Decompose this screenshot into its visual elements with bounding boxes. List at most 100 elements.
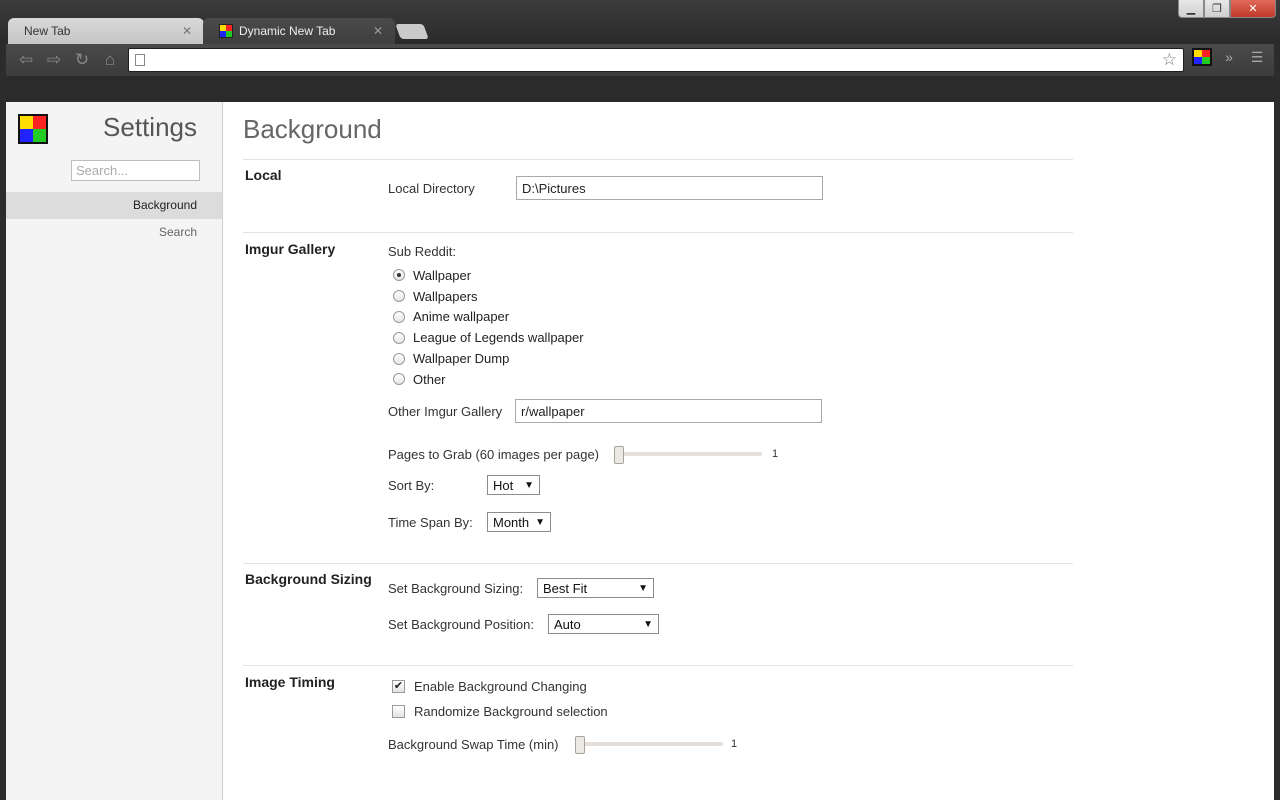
- sidebar-nav: Background Search: [6, 192, 222, 246]
- overflow-chevron-icon[interactable]: »: [1218, 49, 1240, 65]
- tab-dynamic-new-tab[interactable]: Dynamic New Tab ✕: [203, 18, 395, 44]
- subreddit-radio-group: Wallpaper Wallpapers Anime wallpaper Lea…: [393, 265, 584, 390]
- swap-time-row: Background Swap Time (min) 1: [388, 736, 737, 754]
- pages-row: Pages to Grab (60 images per page) 1: [388, 446, 779, 464]
- sort-row: Sort By: Hot ▼: [388, 475, 540, 495]
- local-directory-row: Local Directory: [388, 176, 823, 200]
- extension-icon[interactable]: [1192, 48, 1212, 66]
- radio-option[interactable]: Other: [393, 369, 584, 390]
- main-content: Background Local Local Directory Imgur G…: [243, 102, 1073, 775]
- pages-value: 1: [772, 448, 779, 460]
- page-title: Background: [243, 114, 382, 144]
- sizing-row: Set Background Sizing: Best Fit ▼: [388, 578, 654, 598]
- section-label: Background Sizing: [245, 571, 372, 587]
- maximize-button[interactable]: ❐: [1204, 0, 1230, 18]
- section-image-timing: Image Timing ✔ Enable Background Changin…: [243, 665, 1073, 775]
- back-arrow-icon[interactable]: ⇦: [12, 48, 40, 72]
- enable-changing-label: Enable Background Changing: [414, 679, 587, 694]
- randomize-checkbox[interactable]: [392, 705, 405, 718]
- radio-option[interactable]: Wallpaper: [393, 265, 584, 286]
- other-gallery-label: Other Imgur Gallery: [388, 403, 503, 419]
- minimize-button[interactable]: ▁: [1178, 0, 1204, 18]
- pages-label: Pages to Grab (60 images per page): [388, 446, 600, 462]
- select-value: Best Fit: [543, 580, 588, 596]
- slider-thumb[interactable]: [575, 736, 585, 754]
- radio-label: Anime wallpaper: [413, 309, 510, 325]
- address-bar[interactable]: ☆: [128, 48, 1184, 72]
- position-label: Set Background Position:: [388, 616, 534, 632]
- radio-label: Other: [413, 371, 446, 387]
- browser-titlebar: New Tab ✕ Dynamic New Tab ✕ ▁ ❐ ✕: [0, 0, 1280, 46]
- sidebar-item-background[interactable]: Background: [6, 192, 222, 219]
- chevron-down-icon: ▼: [524, 479, 534, 491]
- tab-title: Dynamic New Tab: [239, 24, 336, 38]
- forward-arrow-icon[interactable]: ⇨: [40, 48, 68, 72]
- extension-favicon-icon: [219, 24, 233, 38]
- sizing-label: Set Background Sizing:: [388, 580, 524, 596]
- slider-track: [614, 452, 762, 456]
- radio-option[interactable]: Wallpaper Dump: [393, 348, 584, 369]
- randomize-label: Randomize Background selection: [414, 704, 608, 719]
- subreddit-label: Sub Reddit:: [388, 244, 456, 259]
- radio-option[interactable]: Wallpapers: [393, 286, 584, 307]
- other-gallery-row: Other Imgur Gallery: [388, 399, 822, 423]
- position-row: Set Background Position: Auto ▼: [388, 614, 659, 634]
- radio-button[interactable]: [393, 310, 405, 323]
- other-gallery-input[interactable]: [515, 399, 822, 423]
- new-tab-button[interactable]: [395, 24, 429, 39]
- select-value: Hot: [493, 477, 514, 493]
- section-background-sizing: Background Sizing Set Background Sizing:…: [243, 563, 1073, 665]
- reload-icon[interactable]: ↻: [68, 48, 96, 72]
- section-label: Image Timing: [245, 674, 335, 690]
- sidebar-item-search[interactable]: Search: [6, 219, 222, 246]
- pages-slider[interactable]: [614, 446, 762, 464]
- enable-changing-checkbox[interactable]: ✔: [392, 680, 405, 693]
- radio-button[interactable]: [393, 269, 405, 282]
- radio-button[interactable]: [393, 331, 405, 344]
- toolbar-right: » ☰: [1192, 48, 1268, 66]
- sizing-select[interactable]: Best Fit ▼: [537, 578, 654, 598]
- sidebar-title: Settings: [103, 112, 197, 142]
- select-value: Month: [493, 514, 530, 530]
- radio-label: Wallpapers: [413, 288, 478, 304]
- radio-button[interactable]: [393, 290, 405, 303]
- slider-thumb[interactable]: [614, 446, 624, 464]
- bookmark-star-icon[interactable]: ☆: [1162, 50, 1177, 70]
- bookmarks-bar: [6, 76, 1274, 102]
- settings-search-input[interactable]: [71, 160, 200, 181]
- local-directory-input[interactable]: [516, 176, 823, 200]
- chevron-down-icon: ▼: [535, 516, 545, 528]
- timespan-select[interactable]: Month ▼: [487, 512, 551, 532]
- tab-close-icon[interactable]: ✕: [371, 24, 385, 38]
- swap-time-slider[interactable]: [575, 736, 723, 754]
- sort-select[interactable]: Hot ▼: [487, 475, 540, 495]
- settings-page: Settings Background Search Background Lo…: [6, 102, 1274, 800]
- enable-changing-row[interactable]: ✔ Enable Background Changing: [392, 679, 587, 694]
- timespan-label: Time Span By:: [388, 514, 473, 530]
- swap-time-label: Background Swap Time (min): [388, 736, 559, 752]
- radio-button[interactable]: [393, 352, 405, 365]
- radio-label: League of Legends wallpaper: [413, 330, 584, 346]
- radio-button[interactable]: [393, 373, 405, 386]
- tab-new-tab[interactable]: New Tab ✕: [8, 18, 204, 44]
- radio-option[interactable]: League of Legends wallpaper: [393, 327, 584, 348]
- sort-label: Sort By:: [388, 477, 435, 493]
- tab-title: New Tab: [24, 24, 71, 38]
- menu-icon[interactable]: ☰: [1246, 49, 1268, 66]
- home-icon[interactable]: ⌂: [96, 48, 124, 72]
- local-directory-label: Local Directory: [388, 180, 475, 196]
- position-select[interactable]: Auto ▼: [548, 614, 659, 634]
- randomize-row[interactable]: Randomize Background selection: [392, 704, 608, 719]
- tab-close-icon[interactable]: ✕: [180, 24, 194, 38]
- section-label: Imgur Gallery: [245, 241, 336, 257]
- radio-label: Wallpaper: [413, 267, 472, 283]
- sidebar: Settings Background Search: [6, 102, 223, 800]
- browser-toolbar: ⇦ ⇨ ↻ ⌂ ☆ » ☰: [6, 44, 1274, 76]
- address-input[interactable]: [153, 52, 1162, 68]
- section-local: Local Local Directory: [243, 159, 1073, 232]
- close-window-button[interactable]: ✕: [1230, 0, 1276, 18]
- page-icon: [135, 54, 145, 66]
- radio-label: Wallpaper Dump: [413, 351, 510, 367]
- chevron-down-icon: ▼: [638, 582, 648, 594]
- radio-option[interactable]: Anime wallpaper: [393, 307, 584, 328]
